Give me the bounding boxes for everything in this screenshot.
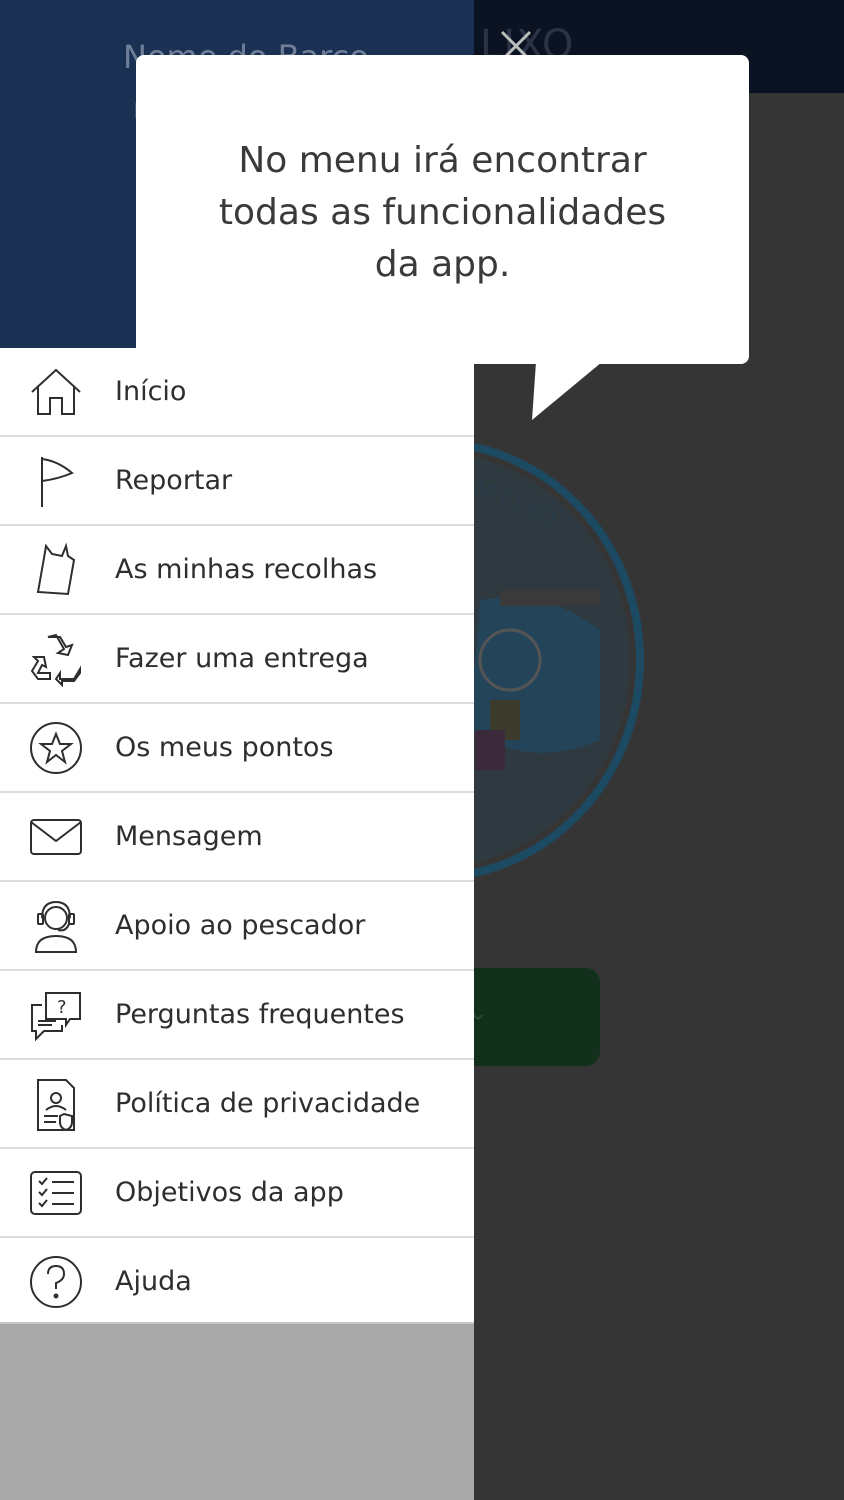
menu-item-label: Os meus pontos	[115, 732, 334, 763]
menu-item-mensagem[interactable]: Mensagem	[0, 793, 474, 882]
tooltip-line: No menu irá encontrar	[238, 140, 647, 181]
menu-item-label: Política de privacidade	[115, 1088, 421, 1119]
tooltip-message: No menu irá encontrar todas as funcional…	[176, 135, 709, 291]
menu-item-label: Fazer uma entrega	[115, 643, 369, 674]
tooltip-pointer	[532, 362, 602, 420]
menu-item-label: Perguntas frequentes	[115, 999, 405, 1030]
star-icon	[28, 720, 84, 776]
svg-text:?: ?	[57, 997, 67, 1018]
menu-item-label: Mensagem	[115, 821, 263, 852]
menu-item-objetivos[interactable]: Objetivos da app	[0, 1149, 474, 1238]
menu-item-label: Ajuda	[115, 1266, 192, 1297]
menu-item-reportar[interactable]: Reportar	[0, 437, 474, 526]
menu-item-ajuda[interactable]: Ajuda	[0, 1238, 474, 1327]
recycle-icon	[28, 631, 84, 687]
menu-item-perguntas[interactable]: ? Perguntas frequentes	[0, 971, 474, 1060]
drawer-footer	[0, 1322, 474, 1500]
menu-item-label: Objetivos da app	[115, 1177, 344, 1208]
checklist-icon	[28, 1165, 84, 1221]
support-agent-icon	[28, 898, 84, 954]
menu-item-entrega[interactable]: Fazer uma entrega	[0, 615, 474, 704]
drawer-menu: Início Reportar As minhas recolhas Fazer…	[0, 348, 474, 1327]
menu-item-label: Início	[115, 376, 187, 407]
home-icon	[28, 364, 84, 420]
menu-item-recolhas[interactable]: As minhas recolhas	[0, 526, 474, 615]
onboarding-tooltip: No menu irá encontrar todas as funcional…	[136, 55, 749, 364]
menu-item-apoio[interactable]: Apoio ao pescador	[0, 882, 474, 971]
menu-item-label: As minhas recolhas	[115, 554, 378, 585]
bag-icon	[28, 542, 84, 598]
menu-item-pontos[interactable]: Os meus pontos	[0, 704, 474, 793]
tooltip-line: todas as funcionalidades	[218, 192, 667, 233]
menu-item-label: Apoio ao pescador	[115, 910, 366, 941]
flag-icon	[28, 453, 84, 509]
tooltip-line: da app.	[374, 244, 511, 285]
mail-icon	[28, 809, 84, 865]
help-icon	[28, 1254, 84, 1310]
privacy-document-icon	[28, 1076, 84, 1132]
menu-item-privacidade[interactable]: Política de privacidade	[0, 1060, 474, 1149]
faq-chat-icon: ?	[28, 987, 84, 1043]
menu-item-label: Reportar	[115, 465, 233, 496]
